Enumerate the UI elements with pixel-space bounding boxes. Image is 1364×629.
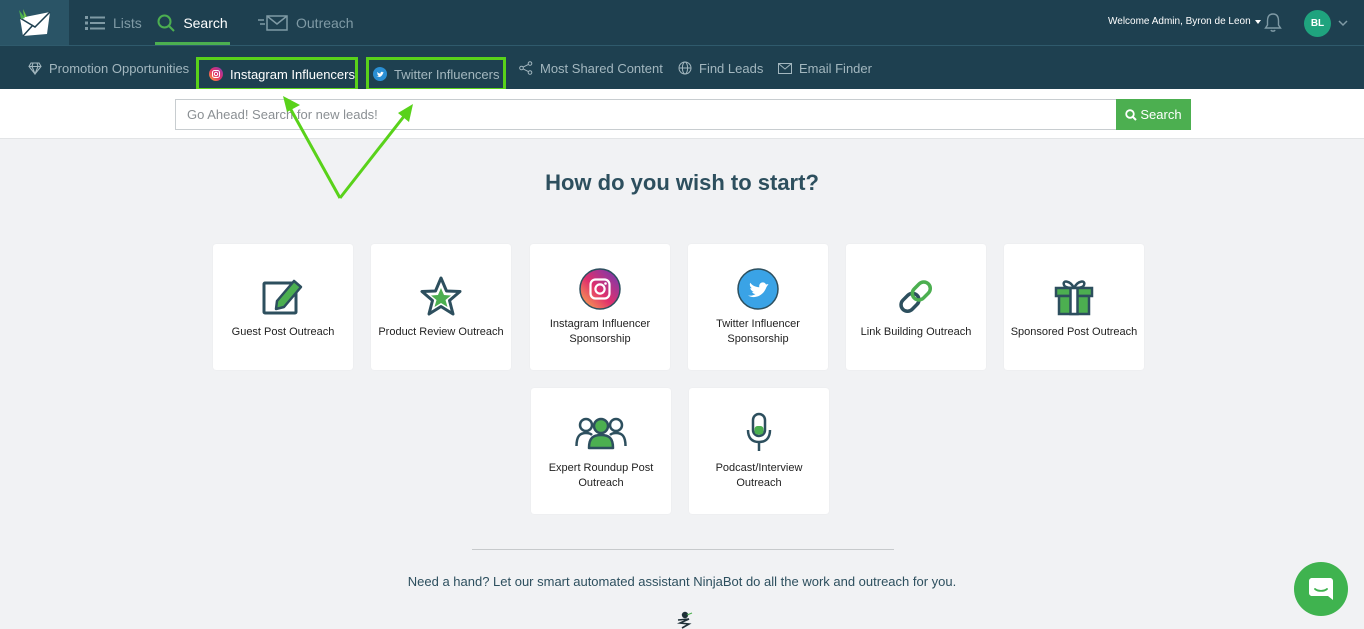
search-input[interactable] <box>175 99 1117 130</box>
welcome-text: Welcome Admin, Byron de Leon <box>1108 16 1251 27</box>
card-instagram-influencer-sponsorship[interactable]: Instagram Influencer Sponsorship <box>530 244 670 370</box>
card-label: Guest Post Outreach <box>231 325 335 338</box>
twitter-icon <box>373 67 387 81</box>
nav-outreach[interactable]: Outreach <box>258 0 354 45</box>
nav-outreach-label: Outreach <box>296 14 354 31</box>
nav-lists-label: Lists <box>113 14 142 31</box>
subnav-promotion-opportunities[interactable]: Promotion Opportunities <box>28 46 189 90</box>
page-title: How do you wish to start? <box>545 170 819 195</box>
group-icon <box>575 417 627 450</box>
twitter-icon <box>737 268 779 310</box>
diamond-icon <box>28 61 42 75</box>
instagram-icon <box>209 67 223 81</box>
top-navbar: Lists Search Outreach Welcome Admin, Byr… <box>0 0 1364 45</box>
card-label: Podcast/Interview Outreach <box>715 462 803 489</box>
subnav-instagram-influencers[interactable]: Instagram Influencers <box>196 57 358 91</box>
user-menu[interactable]: Welcome Admin, Byron de Leon <box>1108 16 1261 27</box>
edit-icon <box>262 279 303 314</box>
card-expert-roundup-post-outreach[interactable]: Expert Roundup Post Outreach <box>531 388 671 514</box>
card-label: Product Review Outreach <box>378 325 504 338</box>
instagram-icon <box>579 268 621 310</box>
subnav-twitter-influencers[interactable]: Twitter Influencers <box>366 57 506 91</box>
chat-icon <box>1309 578 1333 600</box>
card-label: Sponsored Post Outreach <box>1010 325 1138 338</box>
search-bar: Search <box>0 89 1364 139</box>
subnav-instagram-label: Instagram Influencers <box>229 66 355 82</box>
search-button[interactable]: Search <box>1116 99 1191 130</box>
nav-lists[interactable]: Lists <box>85 0 142 45</box>
search-button-label: Search <box>1140 107 1182 122</box>
chevron-down-icon[interactable] <box>1338 20 1348 27</box>
subnav-email-label: Email Finder <box>799 60 872 76</box>
card-label: Instagram Influencer Sponsorship <box>549 318 651 345</box>
share-icon <box>519 61 533 75</box>
app-logo[interactable] <box>0 0 69 45</box>
nav-search-label: Search <box>183 14 228 31</box>
subnav-most-shared-content[interactable]: Most Shared Content <box>519 46 663 90</box>
card-label: Link Building Outreach <box>860 325 972 338</box>
nav-search[interactable]: Search <box>155 0 230 45</box>
star-icon <box>420 276 462 315</box>
envelope-logo-icon <box>18 8 51 37</box>
search-icon <box>1125 108 1138 121</box>
send-mail-icon <box>258 14 288 31</box>
subnav-leads-label: Find Leads <box>699 60 764 76</box>
search-subnav: Promotion Opportunities Instagram Influe… <box>0 45 1364 91</box>
avatar-initials: BL <box>1310 18 1325 29</box>
link-icon <box>899 279 933 313</box>
gift-icon <box>1054 279 1094 315</box>
card-label: Expert Roundup Post Outreach <box>548 462 654 489</box>
subnav-promotion-label: Promotion Opportunities <box>49 60 190 76</box>
list-icon <box>85 15 105 30</box>
avatar[interactable]: BL <box>1304 10 1331 37</box>
search-icon <box>157 14 176 32</box>
bell-icon[interactable] <box>1264 12 1282 33</box>
ninjabot-icon <box>676 611 693 629</box>
subnav-shared-label: Most Shared Content <box>540 60 663 76</box>
section-divider <box>472 549 894 550</box>
subnav-twitter-label: Twitter Influencers <box>394 66 500 82</box>
envelope-icon <box>778 62 792 74</box>
chevron-down-icon <box>1254 19 1261 24</box>
card-guest-post-outreach[interactable]: Guest Post Outreach <box>213 244 353 370</box>
globe-icon <box>678 61 692 75</box>
card-label: Twitter Influencer Sponsorship <box>716 318 800 345</box>
card-product-review-outreach[interactable]: Product Review Outreach <box>371 244 511 370</box>
card-twitter-influencer-sponsorship[interactable]: Twitter Influencer Sponsorship <box>688 244 828 370</box>
card-link-building-outreach[interactable]: Link Building Outreach <box>846 244 986 370</box>
microphone-icon <box>746 412 772 451</box>
card-sponsored-post-outreach[interactable]: Sponsored Post Outreach <box>1004 244 1144 370</box>
subnav-email-finder[interactable]: Email Finder <box>778 46 872 90</box>
ninjabot-help-text: Need a hand? Let our smart automated ass… <box>407 574 957 589</box>
chat-launcher-button[interactable] <box>1294 562 1348 616</box>
subnav-find-leads[interactable]: Find Leads <box>678 46 763 90</box>
card-podcast-interview-outreach[interactable]: Podcast/Interview Outreach <box>689 388 829 514</box>
